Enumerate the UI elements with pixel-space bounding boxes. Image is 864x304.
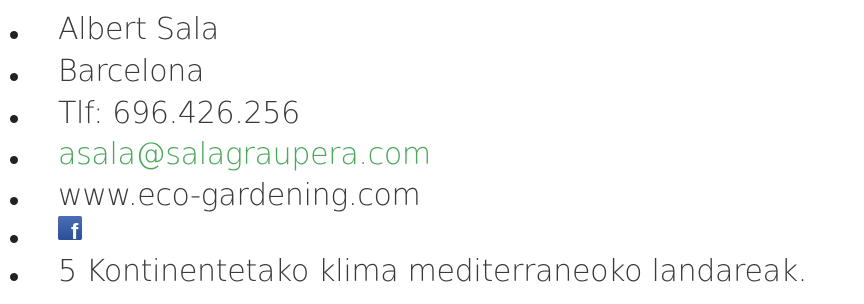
list-item-facebook: f [0,214,82,254]
bullet-icon [10,273,18,281]
bullet-icon [10,115,18,123]
contact-name: Albert Sala [58,12,219,47]
bullet-icon [10,235,18,243]
list-item-city: Barcelona [0,52,204,92]
list-item-phone: Tlf: 696.426.256 [0,94,300,134]
list-item-website: www.eco-gardening.com [0,176,421,216]
bullet-icon [10,73,18,81]
website-text: www.eco-gardening.com [58,178,421,213]
bullet-icon [10,31,18,39]
description-text: 5 Kontinentetako klima mediterraneoko la… [58,254,808,289]
bullet-icon [10,156,18,164]
facebook-icon[interactable]: f [58,216,82,243]
list-item-email: asala@salagraupera.com [0,135,431,175]
contact-city: Barcelona [58,54,205,89]
list-item-name: Albert Sala [0,10,219,50]
contact-phone: Tlf: 696.426.256 [58,96,300,131]
bullet-icon [10,197,18,205]
list-item-description: 5 Kontinentetako klima mediterraneoko la… [0,252,807,292]
email-link[interactable]: asala@salagraupera.com [58,135,431,175]
